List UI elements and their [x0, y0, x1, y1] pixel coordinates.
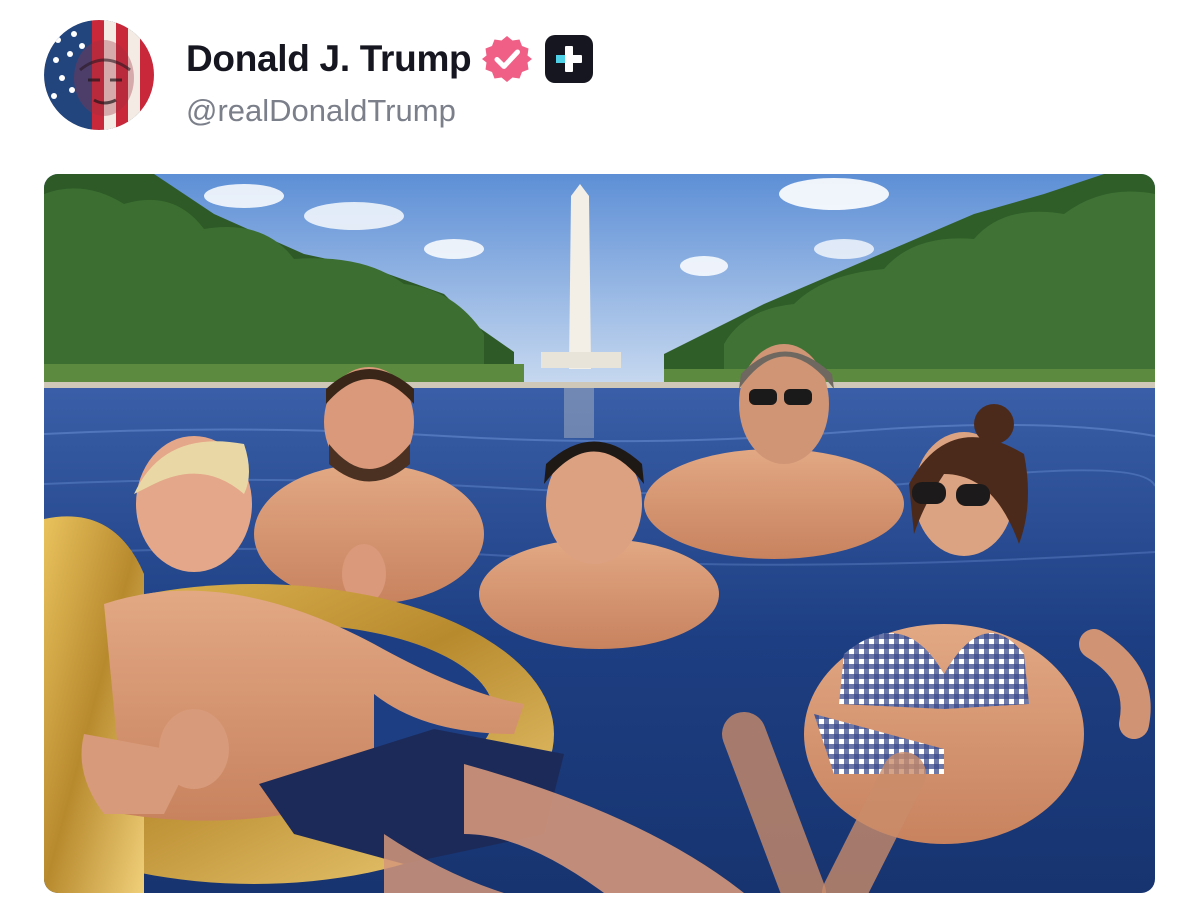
author-display-name[interactable]: Donald J. Trump [186, 38, 472, 80]
plus-badge-icon[interactable] [544, 34, 594, 84]
pool-photo-image [44, 174, 1155, 893]
post-photo[interactable] [44, 174, 1155, 893]
author-avatar[interactable] [44, 20, 154, 130]
author-handle[interactable]: @realDonaldTrump [186, 93, 594, 129]
name-row: Donald J. Trump [186, 34, 594, 84]
post-header: Donald J. Trump @realDonaldTrump [44, 20, 744, 132]
verified-check-badge-icon [482, 34, 533, 84]
post-card: Donald J. Trump @realDonaldTrump [0, 0, 1199, 915]
author-identity: Donald J. Trump @realDonaldTrump [186, 34, 594, 129]
flag-portrait-avatar-icon [44, 20, 154, 130]
